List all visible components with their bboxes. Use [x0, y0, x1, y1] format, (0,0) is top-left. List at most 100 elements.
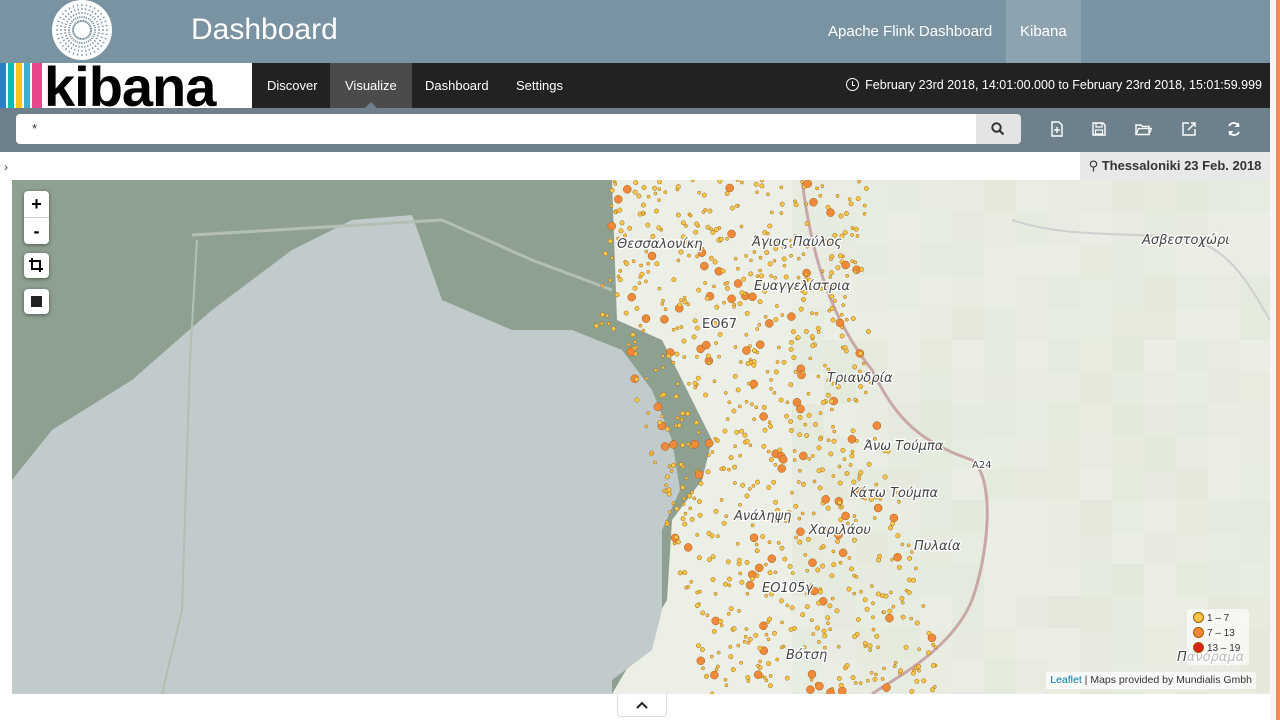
map-tile	[1080, 340, 1112, 372]
map-tile	[1240, 404, 1270, 436]
map-tile	[1240, 500, 1270, 532]
heat-point	[768, 457, 774, 463]
spy-panel-toggle[interactable]	[617, 694, 667, 717]
map-tile	[920, 244, 952, 276]
sidebar-toggle-chevron-icon[interactable]: ›	[0, 152, 12, 182]
heat-point	[739, 579, 745, 585]
heat-point	[705, 224, 711, 230]
map-tile	[920, 340, 952, 372]
map-label: Βότση	[786, 648, 827, 663]
heat-point	[617, 207, 623, 213]
heat-point	[760, 534, 766, 539]
apache-flink-dashboard-link[interactable]: Apache Flink Dashboard	[814, 0, 1006, 63]
heat-point	[836, 644, 841, 649]
heat-point	[696, 555, 702, 561]
heat-point	[731, 626, 737, 632]
heat-point	[840, 504, 844, 509]
heat-point	[781, 359, 787, 365]
heat-point	[758, 659, 762, 664]
heat-point	[680, 220, 686, 226]
heat-point	[909, 688, 915, 694]
kibana-logo[interactable]: kibana	[0, 63, 252, 108]
share-icon[interactable]	[1180, 120, 1198, 138]
search-button[interactable]	[976, 114, 1021, 144]
legend-label: 7 – 13	[1207, 628, 1235, 639]
tile-map[interactable]: Θεσσαλονίκη Άγιος Παύλος Ευαγγελίστρια ΕΟ67…	[12, 180, 1270, 694]
heat-point	[730, 667, 736, 673]
map-tile	[856, 308, 888, 340]
map-canvas[interactable]: Θεσσαλονίκη Άγιος Παύλος Ευαγγελίστρια ΕΟ67…	[12, 180, 1270, 694]
heat-point	[725, 559, 731, 565]
heat-point	[836, 676, 842, 681]
crop-button[interactable]	[24, 253, 49, 278]
heat-point	[826, 621, 830, 626]
heat-point	[797, 516, 802, 521]
search-input[interactable]: *	[16, 114, 976, 144]
map-tile	[888, 692, 920, 694]
heat-point	[830, 317, 836, 323]
heat-point	[780, 620, 784, 625]
heat-point	[703, 392, 709, 398]
heat-point	[862, 597, 868, 603]
heat-point	[660, 353, 665, 358]
heat-point	[773, 317, 779, 323]
draw-rectangle-button[interactable]	[24, 289, 49, 314]
nav-dashboard[interactable]: Dashboard	[410, 63, 504, 108]
heat-point	[703, 281, 707, 285]
heat-point	[766, 661, 772, 667]
heat-point	[903, 644, 909, 650]
time-picker[interactable]: February 23rd 2018, 14:01:00.000 to Febr…	[846, 63, 1262, 108]
nav-settings[interactable]: Settings	[501, 63, 578, 108]
heat-point	[706, 453, 711, 457]
heat-point	[687, 253, 691, 258]
heat-point	[800, 612, 806, 618]
nav-discover[interactable]: Discover	[252, 63, 333, 108]
zoom-in-button[interactable]: +	[24, 191, 49, 218]
heat-point	[675, 415, 680, 420]
map-tile	[952, 500, 984, 532]
kibana-link[interactable]: Kibana	[1006, 0, 1081, 63]
heat-point	[606, 321, 611, 326]
heat-point	[817, 640, 821, 644]
map-tile	[1048, 180, 1080, 212]
map-tile	[1208, 564, 1240, 596]
map-tile	[984, 372, 1016, 404]
nav-visualize[interactable]: Visualize	[330, 63, 412, 108]
heat-point	[900, 600, 905, 605]
heat-point	[675, 539, 681, 545]
heat-point	[710, 670, 719, 680]
leaflet-link[interactable]: Leaflet	[1050, 674, 1082, 686]
heat-point	[880, 677, 885, 681]
refresh-icon[interactable]	[1225, 120, 1243, 138]
map-tile	[1016, 436, 1048, 468]
heat-point	[682, 299, 688, 305]
heat-point	[707, 361, 712, 365]
map-tile	[1208, 180, 1240, 212]
heat-point	[820, 400, 826, 405]
save-icon[interactable]	[1090, 120, 1108, 138]
map-tile	[1144, 340, 1176, 372]
heat-point	[831, 424, 835, 429]
heat-point	[680, 485, 686, 490]
heat-point	[848, 201, 854, 207]
map-tile	[952, 180, 984, 212]
map-tile	[1080, 564, 1112, 596]
map-tile	[1240, 564, 1270, 596]
heat-point	[817, 589, 823, 595]
heat-point	[833, 299, 837, 303]
heat-point	[759, 183, 765, 189]
zoom-out-button[interactable]: -	[24, 218, 49, 244]
search-icon	[991, 122, 1005, 136]
map-tile	[952, 628, 984, 660]
heat-point	[618, 269, 623, 273]
heat-point	[754, 563, 764, 573]
open-icon[interactable]	[1134, 120, 1152, 138]
heat-point	[713, 592, 718, 596]
legend-label: 1 – 7	[1207, 613, 1230, 624]
heat-point	[738, 571, 743, 576]
new-icon[interactable]	[1048, 120, 1066, 138]
map-tile	[920, 628, 952, 660]
map-tile	[888, 244, 920, 276]
heat-point	[675, 326, 680, 330]
heat-point	[712, 379, 717, 384]
